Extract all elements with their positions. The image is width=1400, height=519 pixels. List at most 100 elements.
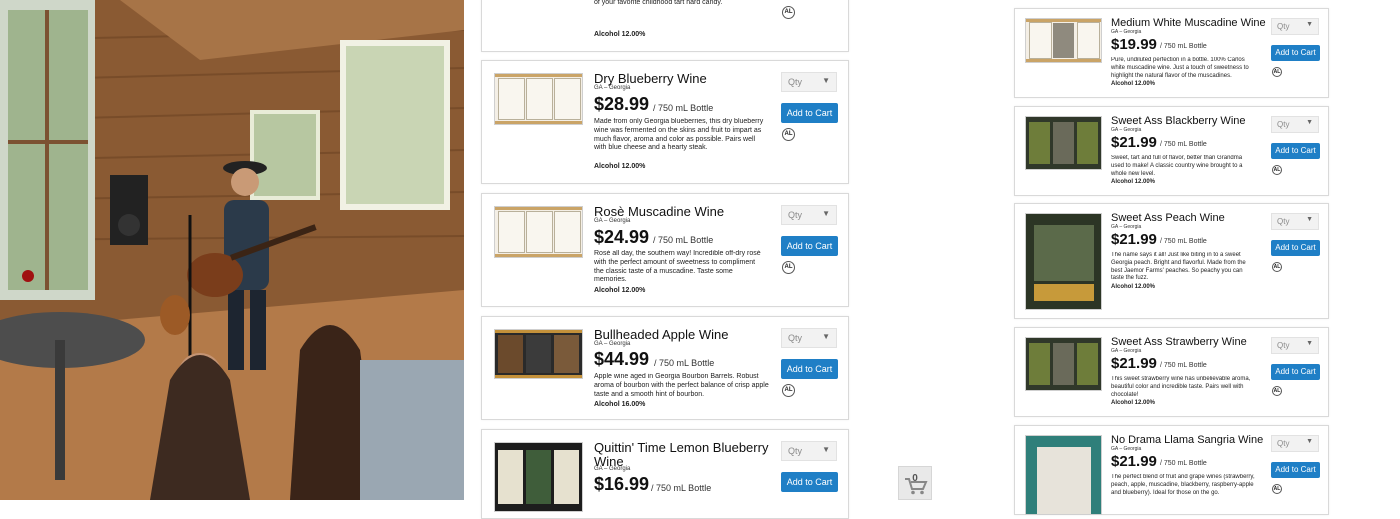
add-to-cart-button[interactable]: Add to Cart: [1271, 240, 1320, 256]
venue-photo: [0, 0, 464, 500]
add-to-cart-button[interactable]: Add to Cart: [781, 236, 838, 256]
product-price: $21.99: [1111, 134, 1157, 151]
product-name[interactable]: Quittin' Time Lemon Blueberry Wine: [594, 441, 774, 468]
unit-label: / 750 mL Bottle: [1160, 460, 1207, 467]
product-card: Sweet Ass Strawberry Wine GA – Georgia $…: [1014, 327, 1329, 417]
quantity-select[interactable]: Qty ▼: [1271, 213, 1319, 230]
product-card: Medium White Muscadine Wine GA – Georgia…: [1014, 8, 1329, 98]
unit-label: / 750 mL Bottle: [1160, 238, 1207, 245]
qty-placeholder: Qty: [788, 210, 803, 220]
alcohol-content: Alcohol 12.00%: [1111, 81, 1156, 87]
cart-count: 0: [912, 473, 918, 484]
product-description: A true watermelon wine, made with real, …: [594, 0, 723, 6]
product-image[interactable]: [494, 442, 583, 512]
unit-label: / 750 mL Bottle: [654, 358, 715, 368]
product-price: $24.99: [594, 227, 650, 247]
product-description: This sweet strawberry wine has unbelieva…: [1111, 376, 1251, 398]
product-region: GA – Georgia: [1111, 224, 1142, 230]
product-region: GA – Georgia: [594, 218, 631, 224]
allergen-icon[interactable]: AL: [1272, 484, 1282, 494]
alcohol-content: Alcohol 12.00%: [1111, 400, 1156, 406]
quantity-select[interactable]: Qty ▼: [781, 328, 837, 348]
quantity-select[interactable]: Qty ▼: [781, 441, 837, 461]
cart-widget[interactable]: 0: [898, 466, 932, 500]
unit-label: / 750 mL Bottle: [1160, 362, 1207, 369]
product-image[interactable]: [1025, 435, 1102, 515]
chevron-down-icon: ▼: [822, 445, 830, 454]
product-name[interactable]: Dry Blueberry Wine: [594, 72, 707, 86]
chevron-down-icon: ▼: [1306, 21, 1313, 28]
product-price: $44.99: [594, 349, 650, 369]
unit-label: / 750 mL Bottle: [653, 235, 714, 245]
chevron-down-icon: ▼: [1306, 216, 1313, 223]
product-card: Dry Blueberry Wine GA – Georgia $28.99 /…: [481, 60, 849, 184]
qty-placeholder: Qty: [1277, 439, 1290, 448]
add-to-cart-button[interactable]: Add to Cart: [1271, 45, 1320, 61]
product-card: Sweet Ass Blackberry Wine GA – Georgia $…: [1014, 106, 1329, 196]
alcohol-content: Alcohol 12.00%: [594, 31, 646, 38]
qty-placeholder: Qty: [788, 77, 803, 87]
add-to-cart-button[interactable]: Add to Cart: [781, 103, 838, 123]
product-image[interactable]: [494, 206, 583, 258]
allergen-icon[interactable]: AL: [1272, 386, 1282, 396]
unit-label: / 750 mL Bottle: [1160, 43, 1207, 50]
product-description: The name says it all! Just like biting i…: [1111, 252, 1246, 282]
product-region: GA – Georgia: [1111, 446, 1142, 452]
product-name[interactable]: No Drama Llama Sangria Wine: [1111, 434, 1263, 447]
add-to-cart-button[interactable]: Add to Cart: [1271, 462, 1320, 478]
allergen-icon[interactable]: AL: [1272, 262, 1282, 272]
product-description: Sweet, tart and full of flavor, better t…: [1111, 155, 1243, 177]
alcohol-content: Alcohol 12.00%: [1111, 179, 1156, 185]
alcohol-content: Alcohol 12.00%: [1111, 284, 1156, 290]
product-region: GA – Georgia: [1111, 127, 1142, 133]
product-name[interactable]: Bullheaded Apple Wine: [594, 328, 728, 342]
quantity-select[interactable]: Qty ▼: [1271, 337, 1319, 354]
quantity-select[interactable]: Qty ▼: [781, 205, 837, 225]
product-region: GA – Georgia: [594, 85, 631, 91]
add-to-cart-button[interactable]: Add to Cart: [781, 359, 838, 379]
chevron-down-icon: ▼: [1306, 119, 1313, 126]
qty-placeholder: Qty: [788, 333, 803, 343]
product-price: $16.99: [594, 474, 650, 494]
quantity-select[interactable]: Qty ▼: [1271, 116, 1319, 133]
qty-placeholder: Qty: [1277, 120, 1290, 129]
product-image[interactable]: [1025, 18, 1102, 63]
product-image[interactable]: [494, 73, 583, 125]
product-card: No Drama Llama Sangria Wine GA – Georgia…: [1014, 425, 1329, 515]
product-name[interactable]: Sweet Ass Strawberry Wine: [1111, 336, 1247, 349]
add-to-cart-button[interactable]: Add to Cart: [781, 472, 838, 492]
product-name[interactable]: Rosè Muscadine Wine: [594, 205, 724, 219]
chevron-down-icon: ▼: [822, 209, 830, 218]
allergen-icon[interactable]: AL: [782, 384, 795, 397]
qty-placeholder: Qty: [1277, 341, 1290, 350]
quantity-select[interactable]: Qty ▼: [781, 72, 837, 92]
chevron-down-icon: ▼: [1306, 340, 1313, 347]
quantity-select[interactable]: Qty ▼: [1271, 18, 1319, 35]
chevron-down-icon: ▼: [822, 332, 830, 341]
allergen-icon[interactable]: AL: [782, 6, 795, 19]
product-description: Apple wine aged in Georgia Bourbon Barre…: [594, 373, 769, 398]
product-image[interactable]: [1025, 116, 1102, 170]
product-name[interactable]: Medium White Muscadine Wine: [1111, 17, 1266, 30]
product-price: $28.99: [594, 94, 650, 114]
allergen-icon[interactable]: AL: [782, 128, 795, 141]
product-image[interactable]: [494, 329, 583, 379]
allergen-icon[interactable]: AL: [1272, 165, 1282, 175]
add-to-cart-button[interactable]: Add to Cart: [1271, 143, 1320, 159]
product-card: Quittin' Time Lemon Blueberry Wine GA – …: [481, 429, 849, 519]
qty-placeholder: Qty: [1277, 217, 1290, 226]
unit-label: / 750 mL Bottle: [651, 483, 712, 493]
product-image[interactable]: [1025, 213, 1102, 310]
product-image[interactable]: [1025, 337, 1102, 391]
product-name[interactable]: Sweet Ass Blackberry Wine: [1111, 115, 1246, 128]
quantity-select[interactable]: Qty ▼: [1271, 435, 1319, 452]
add-to-cart-button[interactable]: Add to Cart: [1271, 364, 1320, 380]
product-price: $21.99: [1111, 453, 1157, 470]
product-name[interactable]: Sweet Ass Peach Wine: [1111, 212, 1225, 225]
product-region: GA – Georgia: [1111, 29, 1142, 35]
alcohol-content: Alcohol 16.00%: [594, 401, 646, 408]
product-card: A true watermelon wine, made with real, …: [481, 0, 849, 52]
allergen-icon[interactable]: AL: [782, 261, 795, 274]
product-card: Rosè Muscadine Wine GA – Georgia $24.99 …: [481, 193, 849, 307]
allergen-icon[interactable]: AL: [1272, 67, 1282, 77]
